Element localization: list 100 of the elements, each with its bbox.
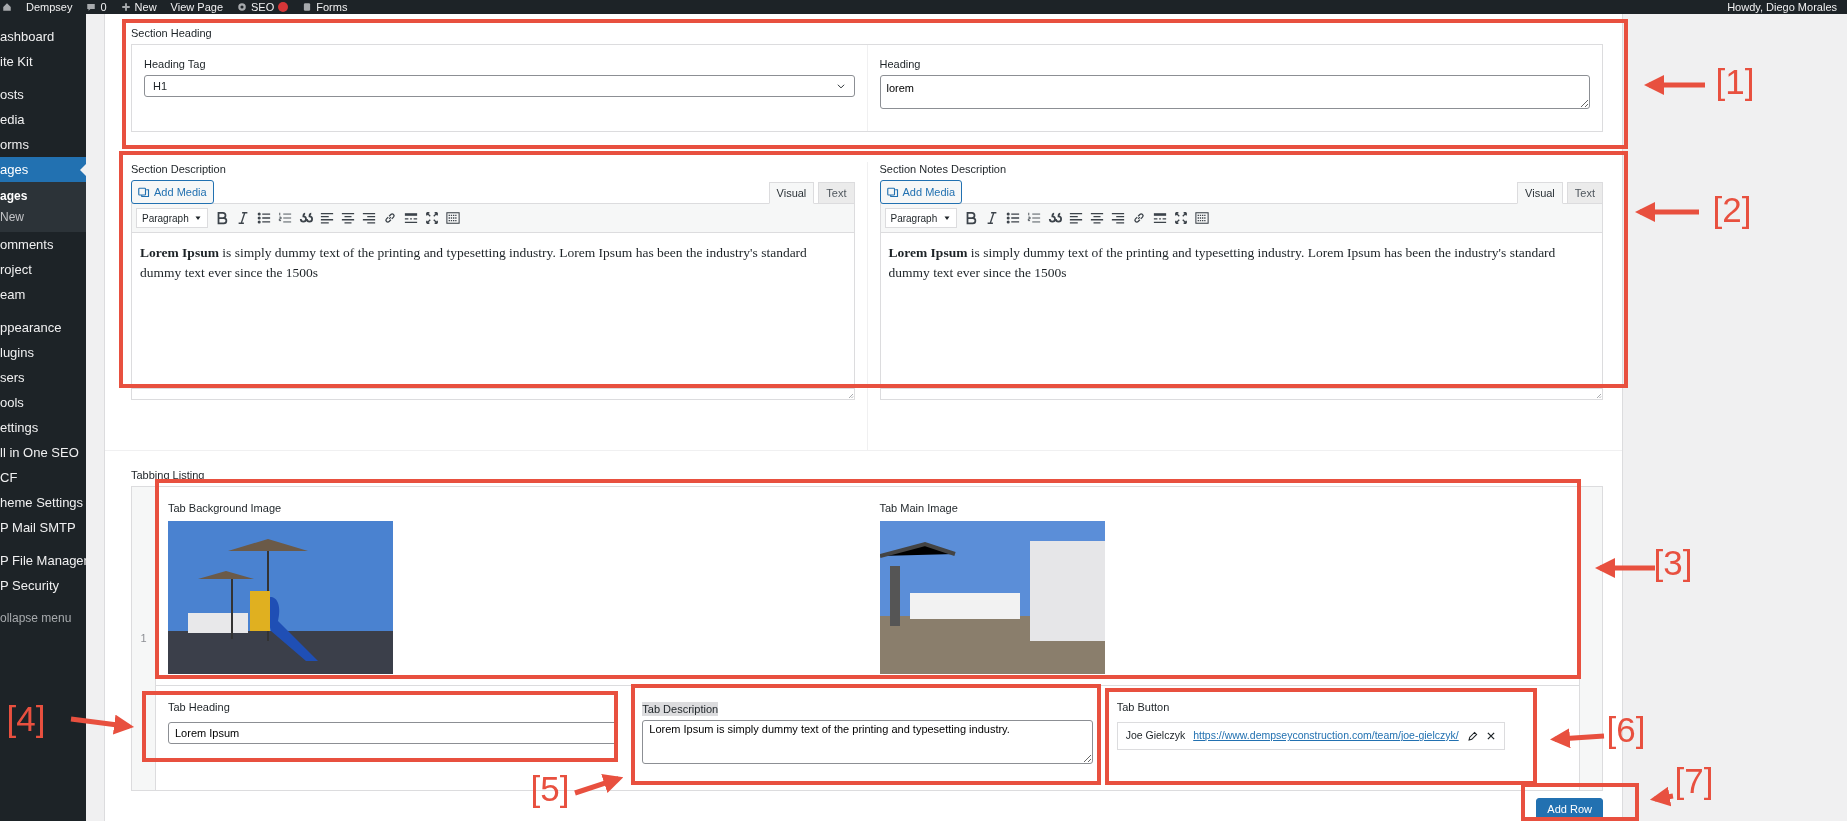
add-media-button[interactable]: Add Media [131,180,214,204]
new-link[interactable]: New [134,0,157,14]
menu-item[interactable]: ppearance [0,315,86,340]
read-more-icon[interactable] [404,211,418,225]
italic-icon[interactable] [236,211,250,225]
menu-item[interactable]: P Mail SMTP [0,515,86,540]
site-name-link[interactable]: Dempsey [26,0,73,14]
menu-item[interactable]: heme Settings [0,490,86,515]
menu-item[interactable]: ages [0,157,86,182]
submenu-item[interactable]: New [0,207,86,228]
plus-icon[interactable] [120,2,131,12]
speech-bubble-icon[interactable] [86,2,97,12]
section-label: Tabbing Listing [131,468,205,482]
editor-content[interactable]: Lorem Ipsum is simply dummy text of the printing and typesetting industry. Lorem Ipsum has been the industry's standard dummy text ever since the 1500s [880,233,1602,388]
row-number: 1 [132,487,156,790]
forms-link[interactable]: Forms [316,0,348,14]
numbered-list-icon[interactable] [278,211,292,225]
menu-item[interactable]: P File Manager [0,548,86,573]
align-left-icon[interactable] [1068,211,1083,225]
link-icon[interactable] [383,211,397,225]
editor-content[interactable]: Lorem Ipsum is simply dummy text of the printing and typesetting industry. Lorem Ipsum has been the industry's standard dummy text ever since the 1500s [132,233,854,388]
annotation-label: [1] [1715,63,1755,101]
field-label: Section Description [131,162,226,176]
align-right-icon[interactable] [362,211,376,225]
view-page-link[interactable]: View Page [170,0,223,14]
annotation-arrow [574,773,624,796]
seo-menu-link[interactable]: SEO [251,0,275,14]
quote-icon[interactable] [299,211,313,225]
fullscreen-icon[interactable] [425,211,439,225]
menu-item[interactable]: ools [0,390,86,415]
field-label: Heading Tag [144,57,206,71]
menu-item[interactable]: lugins [0,340,86,365]
menu-item[interactable]: omments [0,232,86,257]
photo-placeholder[interactable] [168,521,393,674]
annotation-arrow [1635,202,1699,222]
format-select[interactable]: Paragraph [884,208,957,228]
close-icon[interactable] [1485,731,1496,741]
field-label: Heading [879,57,921,71]
field-label: Section Notes Description [879,162,1007,176]
link-title: Joe Gielczyk [1125,728,1186,744]
resize-grip-icon[interactable] [1594,391,1602,399]
menu-item[interactable]: sers [0,365,86,390]
fullscreen-icon[interactable] [1173,211,1188,225]
link-icon[interactable] [1131,211,1146,225]
menu-item[interactable]: P Security [0,573,86,598]
heading-field[interactable]: lorem [879,75,1590,109]
menu-item[interactable]: ite Kit [0,49,86,74]
house-icon[interactable] [2,2,12,12]
annotation-label: [4] [6,700,46,738]
editor-tab[interactable]: Visual [1517,182,1563,204]
caret-down-icon [194,214,202,222]
editor-tab[interactable]: Text [1566,182,1603,204]
editor-tab[interactable]: Visual [768,182,815,204]
numbered-list-icon[interactable] [1026,211,1041,225]
bulleted-list-icon[interactable] [1005,211,1020,225]
bold-icon[interactable] [215,211,229,225]
row-handle[interactable] [1579,487,1602,790]
toolbar-toggle-icon[interactable] [446,211,460,225]
annotation-label: [5] [530,770,570,808]
heading-tag-select[interactable]: H1 [144,75,855,97]
align-center-icon[interactable] [1089,211,1104,225]
photo-placeholder[interactable] [879,521,1105,674]
annotation-arrow [70,714,135,735]
align-right-icon[interactable] [1110,211,1125,225]
align-center-icon[interactable] [341,211,355,225]
account-greeting[interactable]: Howdy, Diego Morales [1727,0,1837,14]
toolbar-toggle-icon[interactable] [1194,211,1209,225]
field-label: Tab Button [1116,700,1170,714]
media-icon [886,186,899,198]
annotation-arrow [1595,558,1655,578]
form-icon[interactable] [302,2,313,12]
menu-item[interactable]: ashboard [0,24,86,49]
caret-down-icon [942,214,951,222]
menu-item[interactable]: eam [0,282,86,307]
submenu-item[interactable]: ages [0,186,86,207]
collapse-menu-button[interactable]: ollapse menu [0,606,86,631]
bulleted-list-icon[interactable] [257,211,271,225]
add-media-button[interactable]: Add Media [879,180,963,204]
tab-description-field[interactable]: Lorem Ipsum is simply dummy text of the printing and typesetting industry. [642,720,1093,764]
menu-item[interactable]: ettings [0,415,86,440]
menu-item[interactable]: ll in One SEO [0,440,86,465]
quote-icon[interactable] [1047,211,1062,225]
annotation-arrow [1644,75,1705,95]
comment-count[interactable]: 0 [100,0,107,14]
chevron-down-icon [835,81,846,91]
editor-tab[interactable]: Text [818,182,855,204]
menu-item[interactable]: osts [0,82,86,107]
menu-item[interactable]: edia [0,107,86,132]
format-select[interactable]: Paragraph [136,208,208,228]
menu-item[interactable]: roject [0,257,86,282]
pencil-icon[interactable] [1466,730,1478,742]
field-label: Tab Background Image [168,501,282,515]
link-url[interactable]: https://www.dempseyconstruction.com/team/joe-gielczyk/ [1193,728,1459,744]
align-left-icon[interactable] [320,211,334,225]
menu-item[interactable]: orms [0,132,86,157]
menu-item[interactable]: CF [0,465,86,490]
annotation-arrow [1550,728,1605,749]
gear-icon[interactable] [237,2,247,12]
read-more-icon[interactable] [1152,211,1167,225]
annotation-label: [2] [1712,191,1752,229]
